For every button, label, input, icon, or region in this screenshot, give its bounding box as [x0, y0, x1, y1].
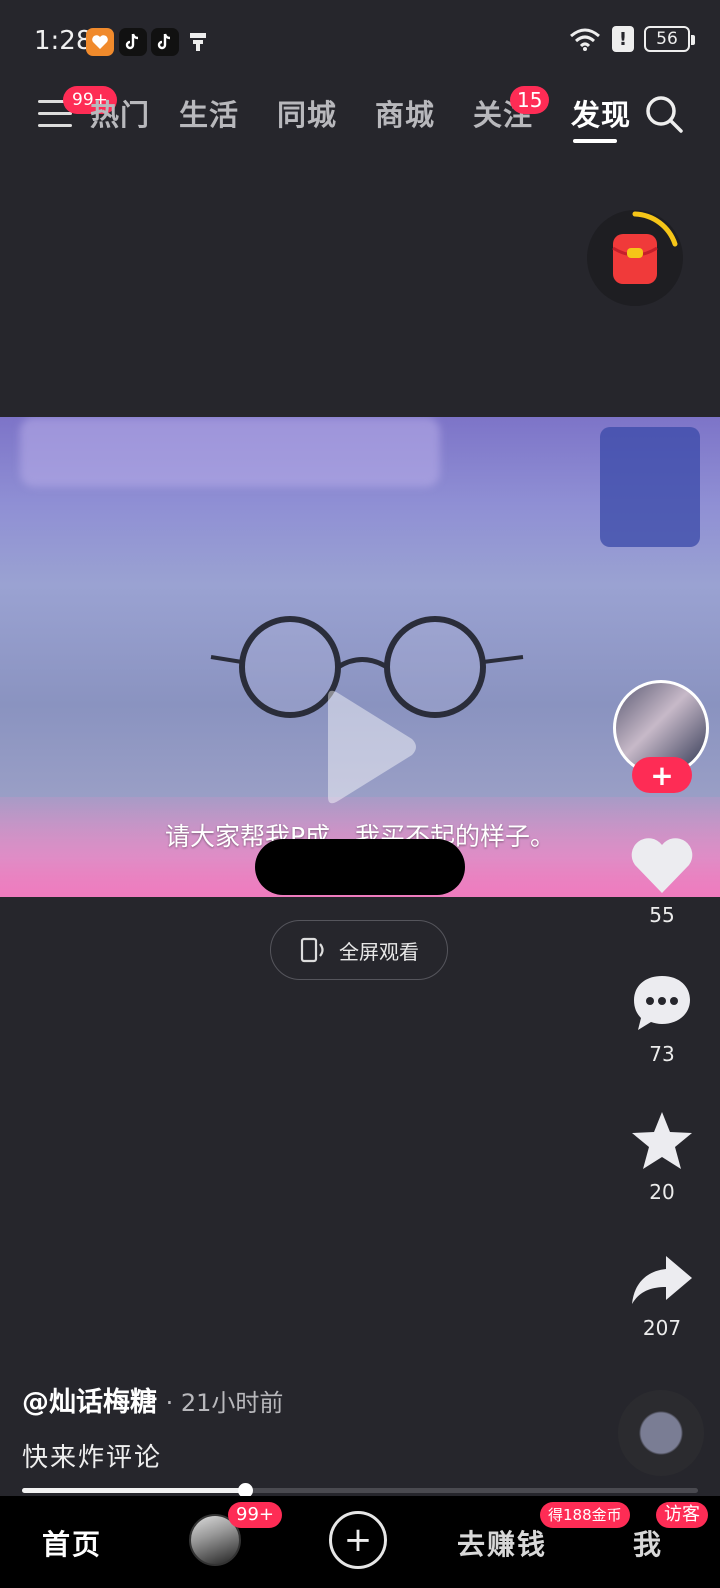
me-badge: 访客	[656, 1502, 708, 1528]
fullscreen-button[interactable]: 全屏观看	[270, 920, 448, 980]
favorite-button[interactable]: 20	[620, 1110, 704, 1204]
active-tab-indicator	[573, 139, 617, 143]
create-button[interactable]: +	[329, 1511, 387, 1569]
rotate-screen-icon	[300, 937, 324, 963]
alert-icon: !	[612, 26, 634, 52]
tiktok-app-icon	[119, 28, 147, 56]
music-disc-icon[interactable]	[618, 1390, 704, 1476]
post-time: · 21小时前	[165, 1389, 284, 1417]
following-badge: 15	[510, 86, 550, 114]
comment-button[interactable]: 73	[620, 972, 704, 1066]
wifi-icon	[570, 28, 600, 51]
nav-home[interactable]: 首页	[42, 1523, 102, 1563]
battery-level: 56	[656, 29, 678, 49]
tab-hot[interactable]: 热门	[90, 92, 160, 134]
tab-mall[interactable]: 商城	[356, 92, 454, 134]
redacted-overlay	[255, 839, 465, 895]
status-bar: 1:28 ! 56	[0, 0, 720, 82]
status-indicators: ! 56	[568, 26, 695, 52]
search-icon[interactable]	[644, 94, 684, 134]
video-player[interactable]: 请大家帮我P成，我买不起的样子。	[0, 417, 720, 897]
author-name[interactable]: @灿话梅糖	[22, 1387, 157, 1418]
post-caption: 快来炸评论	[22, 1443, 163, 1473]
red-packet-button[interactable]	[587, 210, 683, 306]
battery-icon: 56	[644, 26, 695, 52]
post-meta: @灿话梅糖 · 21小时前	[22, 1380, 283, 1419]
red-packet-icon	[612, 211, 678, 284]
video-background-sign	[20, 417, 440, 487]
tab-discover[interactable]: 发现	[552, 92, 650, 134]
top-nav: 99+ 热门 生活 同城 商城 关注 发现 15	[0, 82, 720, 152]
bottom-nav: 首页 99+ + 去赚钱 得188金币 我 访客	[0, 1496, 720, 1588]
friends-badge: 99+	[228, 1502, 282, 1528]
progress-fill	[22, 1488, 246, 1493]
status-time: 1:28	[34, 26, 93, 56]
heart-app-icon	[86, 28, 114, 56]
tiktok-app-icon-2	[151, 28, 179, 56]
like-button[interactable]: 55	[620, 835, 704, 927]
nav-earn[interactable]: 去赚钱	[457, 1523, 547, 1563]
share-count: 207	[642, 1316, 682, 1340]
comment-icon	[634, 976, 690, 1030]
tab-life[interactable]: 生活	[160, 92, 258, 134]
flag-icon	[184, 28, 212, 56]
video-progress-bar[interactable]	[22, 1483, 698, 1498]
favorite-count: 20	[649, 1180, 675, 1204]
fullscreen-label: 全屏观看	[339, 939, 419, 964]
share-button[interactable]: 207	[620, 1252, 704, 1340]
tab-local[interactable]: 同城	[258, 92, 356, 134]
follow-button[interactable]: +	[632, 757, 692, 793]
comment-count: 73	[649, 1042, 675, 1066]
earn-badge: 得188金币	[540, 1502, 630, 1528]
video-background-poster	[600, 427, 700, 547]
nav-me[interactable]: 我	[633, 1523, 663, 1563]
star-icon	[632, 1112, 692, 1169]
like-count: 55	[649, 903, 675, 927]
nav-tabs: 热门 生活 同城 商城 关注 发现	[90, 92, 650, 134]
play-icon[interactable]	[320, 687, 420, 807]
heart-icon	[631, 838, 693, 893]
share-arrow-icon	[632, 1256, 692, 1304]
